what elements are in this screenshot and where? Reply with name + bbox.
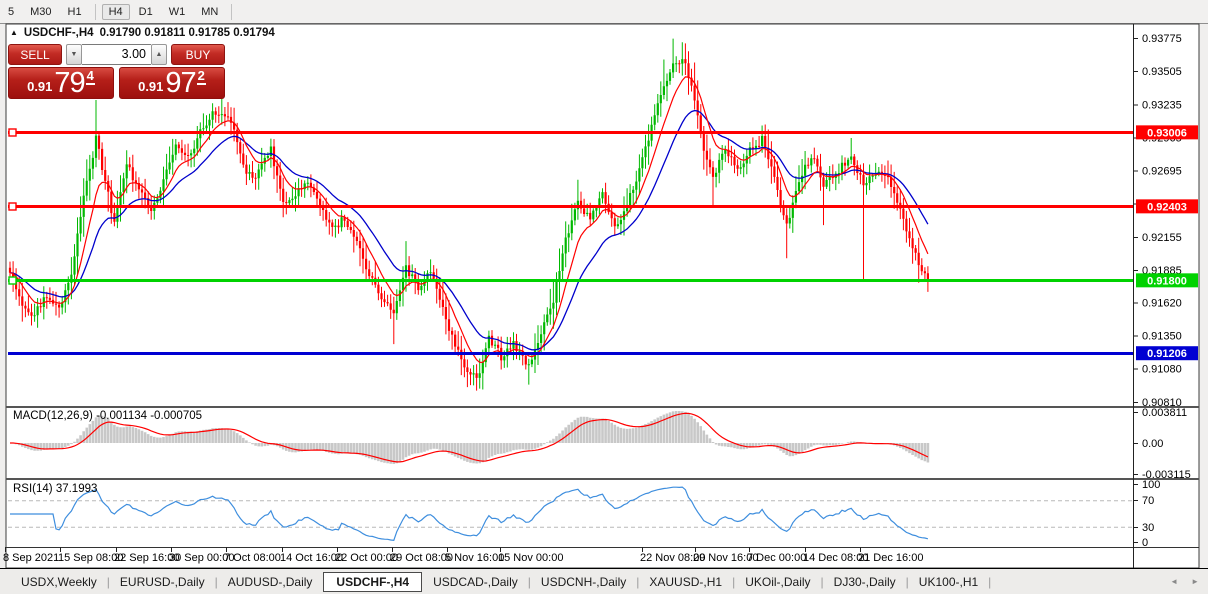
buy-price-box[interactable]: 0.91 97 2 xyxy=(119,67,225,99)
price-axis-label: 0.93505 xyxy=(1142,66,1182,78)
ohlc-values: 0.91790 0.91811 0.91785 0.91794 xyxy=(100,27,275,39)
chart-title: ▲ USDCHF-,H4 0.91790 0.91811 0.91785 0.9… xyxy=(10,27,275,39)
macd-axis-label: 0.003811 xyxy=(1142,407,1187,419)
one-click-trade-panel: SELL ▼ 3.00 ▲ BUY 0.91 79 4 0.91 97 2 xyxy=(8,44,225,99)
tabs-scroll-left-icon[interactable]: ◄ xyxy=(1170,577,1178,586)
macd-indicator-label: MACD(12,26,9) -0.001134 -0.000705 xyxy=(13,410,202,422)
sell-price-figure: 0.91 xyxy=(27,77,52,97)
sell-button[interactable]: SELL xyxy=(8,44,62,65)
time-axis-label: 22 Oct 00:00 xyxy=(335,552,398,564)
chart-tab-ukoil-daily[interactable]: UKOil-,Daily xyxy=(736,572,819,592)
time-axis-label: 7 Oct 08:00 xyxy=(224,552,281,564)
symbol-label: USDCHF-,H4 xyxy=(24,27,94,39)
chart-tab-usdcnh-daily[interactable]: USDCNH-,Daily xyxy=(532,572,635,592)
price-axis-label: 0.93235 xyxy=(1142,99,1182,111)
chart-tab-usdx-weekly[interactable]: USDX,Weekly xyxy=(12,572,106,592)
chart-tab-xauusd-h1[interactable]: XAUUSD-,H1 xyxy=(640,572,731,592)
time-axis-label: 15 Nov 00:00 xyxy=(498,552,563,564)
price-axis-label: 0.92155 xyxy=(1142,232,1182,244)
level-price-tag-text: 0.91800 xyxy=(1147,275,1187,287)
rsi-axis-label: 100 xyxy=(1142,479,1160,491)
buy-price-pips: 97 xyxy=(165,70,195,97)
chart-tab-audusd-daily[interactable]: AUDUSD-,Daily xyxy=(219,572,322,592)
time-axis-label: 14 Oct 16:00 xyxy=(280,552,343,564)
tab-divider: | xyxy=(987,575,992,589)
buy-button[interactable]: BUY xyxy=(171,44,225,65)
line-anchor-marker xyxy=(9,203,16,210)
chart-tab-uk100-h1[interactable]: UK100-,H1 xyxy=(910,572,987,592)
rsi-axis-label: 0 xyxy=(1142,537,1148,549)
volume-decrease-icon[interactable]: ▼ xyxy=(66,44,82,65)
sell-price-box[interactable]: 0.91 79 4 xyxy=(8,67,114,99)
level-price-tag-text: 0.91206 xyxy=(1147,348,1187,360)
line-anchor-marker xyxy=(9,277,16,284)
sell-price-pipette: 4 xyxy=(86,68,95,85)
line-anchor-marker xyxy=(9,129,16,136)
time-axis-label: 8 Sep 2021 xyxy=(3,552,59,564)
time-axis-label: 7 Dec 00:00 xyxy=(747,552,806,564)
chart-tab-eurusd-daily[interactable]: EURUSD-,Daily xyxy=(111,572,214,592)
buy-price-figure: 0.91 xyxy=(138,77,163,97)
collapse-panel-icon[interactable]: ▲ xyxy=(10,28,18,37)
macd-axis-label: 0.00 xyxy=(1142,438,1163,450)
rsi-indicator-label: RSI(14) 37.1993 xyxy=(13,483,97,495)
level-price-tag-text: 0.93006 xyxy=(1147,127,1187,139)
price-axis-label: 0.91350 xyxy=(1142,331,1182,343)
time-axis-label: 29 Oct 08:00 xyxy=(390,552,453,564)
volume-stepper: ▼ 3.00 ▲ xyxy=(66,44,167,65)
volume-input[interactable]: 3.00 xyxy=(82,44,151,65)
time-axis-label: 5 Nov 16:00 xyxy=(445,552,504,564)
volume-increase-icon[interactable]: ▲ xyxy=(151,44,167,65)
mt4-terminal: 5M30H1H4D1W1MN 0.937750.935050.932350.92… xyxy=(0,0,1208,594)
buy-price-pipette: 2 xyxy=(197,68,206,85)
chart-tab-usdcad-daily[interactable]: USDCAD-,Daily xyxy=(424,572,527,592)
time-axis-label: 21 Dec 16:00 xyxy=(858,552,923,564)
sell-price-pips: 79 xyxy=(54,70,84,97)
price-axis-label: 0.91620 xyxy=(1142,297,1182,309)
chart-tab-usdchf-h4[interactable]: USDCHF-,H4 xyxy=(323,572,422,592)
price-axis-label: 0.91080 xyxy=(1142,364,1182,376)
level-price-tag-text: 0.92403 xyxy=(1147,201,1187,213)
rsi-axis-label: 30 xyxy=(1142,522,1154,534)
rsi-axis-label: 70 xyxy=(1142,495,1154,507)
tabs-scroll-right-icon[interactable]: ► xyxy=(1191,577,1199,586)
price-axis-label: 0.92695 xyxy=(1142,166,1182,178)
price-axis-label: 0.93775 xyxy=(1142,33,1182,45)
chart-tab-dj30-daily[interactable]: DJ30-,Daily xyxy=(825,572,905,592)
chart-tabs-bar: USDX,Weekly|EURUSD-,Daily|AUDUSD-,DailyU… xyxy=(0,569,1208,594)
